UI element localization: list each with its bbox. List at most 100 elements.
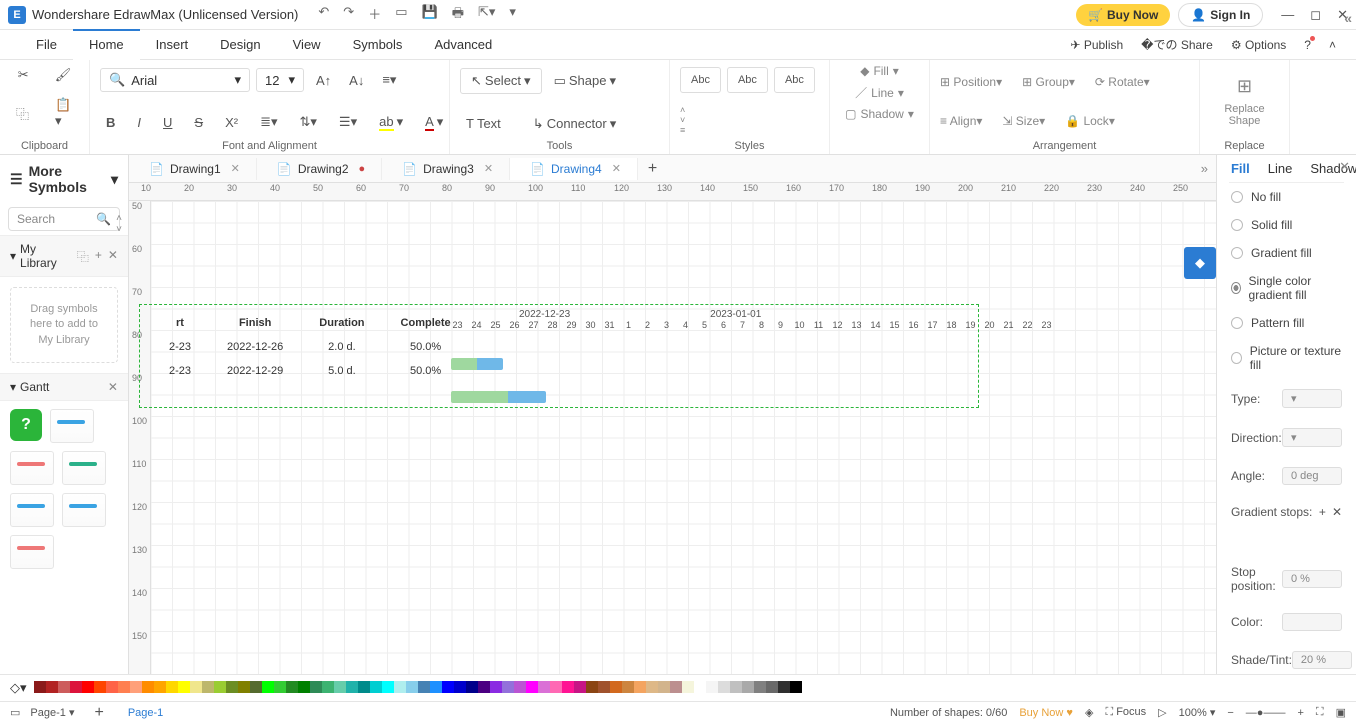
gantt-section[interactable]: ▾ Gantt ✕ [0, 373, 128, 401]
add-page-button[interactable]: + [84, 704, 113, 722]
increase-font-icon[interactable]: A↑ [310, 70, 337, 91]
zoom-slider[interactable]: —●—— [1246, 707, 1286, 719]
color-swatch[interactable] [298, 681, 310, 693]
color-swatch[interactable] [490, 681, 502, 693]
connector-tool[interactable]: ↳ Connector ▾ [527, 113, 622, 135]
tabs-overflow-icon[interactable]: » [1201, 161, 1216, 176]
color-swatch[interactable] [106, 681, 118, 693]
color-swatch[interactable] [646, 681, 658, 693]
fill-bucket-icon[interactable]: ◇▾ [10, 680, 33, 696]
line-dropdown[interactable]: ／ Line▾ [855, 84, 904, 101]
fit-page-icon[interactable]: ⛶ [1316, 706, 1324, 719]
color-swatch[interactable] [670, 681, 682, 693]
close-tab-icon[interactable]: ✕ [231, 162, 240, 175]
group-dropdown[interactable]: ⊞ Group▾ [1022, 75, 1075, 89]
color-swatch[interactable] [454, 681, 466, 693]
color-swatch[interactable] [250, 681, 262, 693]
style-more-icon[interactable]: ≡ [680, 125, 685, 135]
scroll-down-icon[interactable]: ˅ [116, 224, 122, 235]
color-swatch[interactable] [286, 681, 298, 693]
color-swatch[interactable] [538, 681, 550, 693]
help-icon[interactable]: ? [1304, 38, 1311, 52]
new-icon[interactable]: ＋ [368, 4, 381, 26]
gantt-bar-1[interactable] [451, 358, 503, 370]
opt-gradient-fill[interactable]: Gradient fill [1229, 239, 1344, 267]
color-swatch[interactable] [274, 681, 286, 693]
color-swatch[interactable] [346, 681, 358, 693]
format-painter-icon[interactable]: 🖌 [49, 64, 78, 86]
maximize-icon[interactable]: ◻ [1310, 7, 1321, 23]
gantt-template-1[interactable] [50, 409, 94, 443]
color-swatch[interactable] [190, 681, 202, 693]
options-button[interactable]: ⚙ Options [1231, 38, 1286, 52]
color-swatch[interactable] [778, 681, 790, 693]
close-tab-icon[interactable]: ✕ [484, 162, 493, 175]
table-row[interactable]: 2-23 2022-12-26 2.0 d. 50.0% [151, 335, 469, 359]
color-swatch[interactable] [238, 681, 250, 693]
color-swatch[interactable] [262, 681, 274, 693]
collapse-ribbon-icon[interactable]: ˄ [1329, 38, 1336, 52]
color-swatch[interactable] [478, 681, 490, 693]
color-swatch[interactable] [694, 681, 706, 693]
zoom-in-icon[interactable]: + [1297, 707, 1303, 719]
color-swatch[interactable] [790, 681, 802, 693]
color-swatch[interactable] [382, 681, 394, 693]
copy-icon[interactable]: ⿻ [10, 94, 35, 132]
color-swatch[interactable] [130, 681, 142, 693]
color-swatch[interactable] [70, 681, 82, 693]
list-icon[interactable]: ☰▾ [333, 111, 363, 134]
table-row[interactable]: 2-23 2022-12-29 5.0 d. 50.0% [151, 359, 469, 383]
paste-icon[interactable]: 📋▾ [49, 94, 79, 132]
lock-dropdown[interactable]: 🔒 Lock▾ [1065, 114, 1115, 128]
opt-no-fill[interactable]: No fill [1229, 183, 1344, 211]
collapse-panel-icon[interactable]: « [1344, 10, 1352, 26]
style-down-icon[interactable]: ˅ [680, 115, 685, 125]
close-tab-icon[interactable]: ✕ [612, 162, 621, 175]
underline-icon[interactable]: U [157, 111, 178, 134]
font-select[interactable]: 🔍 Arial▾ [100, 68, 250, 92]
color-swatch[interactable] [406, 681, 418, 693]
color-swatch[interactable] [526, 681, 538, 693]
layers-icon[interactable]: ◈ [1085, 706, 1093, 719]
remove-stop-icon[interactable]: ✕ [1332, 505, 1342, 519]
page-list-icon[interactable]: ▭ [10, 706, 20, 719]
superscript-icon[interactable]: X² [219, 111, 244, 134]
my-library-section[interactable]: ▾ My Library ⿻ + ✕ [0, 235, 128, 277]
opt-single-gradient[interactable]: Single color gradient fill [1229, 267, 1344, 309]
color-swatch[interactable] [610, 681, 622, 693]
color-swatch[interactable] [34, 681, 46, 693]
italic-icon[interactable]: I [131, 111, 147, 134]
size-dropdown[interactable]: ⇲ Size▾ [1002, 114, 1045, 128]
color-swatch[interactable] [622, 681, 634, 693]
opt-picture-fill[interactable]: Picture or texture fill [1229, 337, 1344, 379]
select-tool[interactable]: ↖ Select ▾ [460, 68, 542, 94]
gantt-table[interactable]: rt Finish Duration Complete 2-23 2022-12… [151, 311, 469, 383]
shape-tool[interactable]: ▭ Shape ▾ [548, 70, 622, 92]
gantt-template-5[interactable] [62, 493, 106, 527]
fill-dropdown[interactable]: ◆ Fill▾ [860, 64, 899, 78]
color-swatch[interactable] [466, 681, 478, 693]
stoppos-input[interactable]: 0 % [1282, 570, 1342, 588]
buy-now-button[interactable]: 🛒 Buy Now [1076, 4, 1170, 26]
color-swatch[interactable] [682, 681, 694, 693]
focus-button[interactable]: ⛶ Focus [1105, 706, 1146, 719]
redo-icon[interactable]: ↷ [343, 4, 354, 26]
style-preset-2[interactable]: Abc [727, 67, 768, 93]
color-swatch[interactable] [1282, 613, 1342, 631]
align-dropdown[interactable]: ≡ Align▾ [940, 114, 982, 128]
font-color-icon[interactable]: A▾ [419, 111, 449, 134]
color-swatch[interactable] [598, 681, 610, 693]
text-tool[interactable]: T Text [460, 113, 507, 135]
bold-icon[interactable]: B [100, 111, 121, 134]
menu-view[interactable]: View [277, 31, 337, 58]
color-swatch[interactable] [310, 681, 322, 693]
color-swatch[interactable] [562, 681, 574, 693]
rotate-dropdown[interactable]: ⟳ Rotate▾ [1095, 75, 1150, 89]
color-swatch[interactable] [82, 681, 94, 693]
color-swatch[interactable] [730, 681, 742, 693]
color-swatch[interactable] [754, 681, 766, 693]
direction-select[interactable]: ▾ [1282, 428, 1342, 447]
lib-add-icon[interactable]: + [95, 248, 102, 265]
menu-insert[interactable]: Insert [140, 31, 205, 58]
color-swatch[interactable] [142, 681, 154, 693]
